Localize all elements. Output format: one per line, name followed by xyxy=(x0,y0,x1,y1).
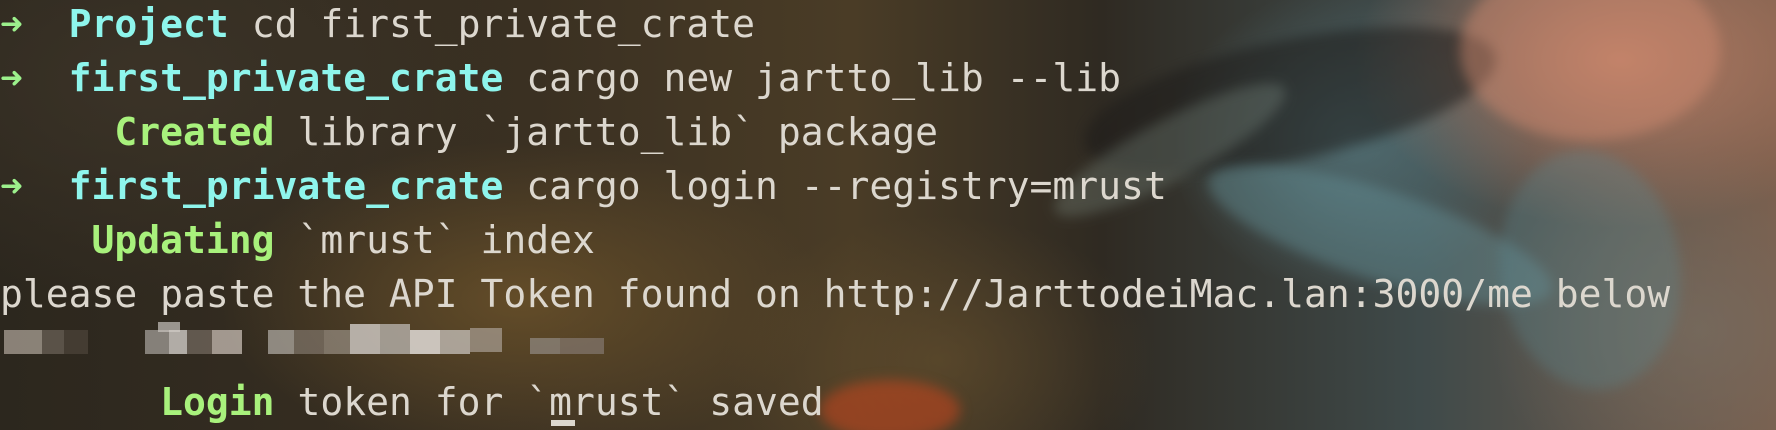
terminal-line-output: please paste the API Token found on http… xyxy=(0,269,1670,319)
output-indent xyxy=(0,218,92,262)
output-text: token for `mrust` saved xyxy=(297,380,824,424)
prompt-command: cargo login --registry=mrust xyxy=(526,164,1167,208)
terminal-cursor xyxy=(551,420,575,426)
terminal-line-prompt: ➜ first_private_crate cargo login --regi… xyxy=(0,161,1167,211)
prompt-command: cargo new jartto_lib --lib xyxy=(526,56,1122,100)
output-text: `mrust` index xyxy=(297,218,595,262)
terminal-line-prompt: ➜ first_private_crate cargo new jartto_l… xyxy=(0,53,1121,103)
prompt-directory: first_private_crate xyxy=(68,56,504,100)
output-text: library `jartto_lib` package xyxy=(297,110,939,154)
prompt-command: cd first_private_crate xyxy=(251,2,756,46)
prompt-arrow-icon: ➜ xyxy=(0,164,23,208)
output-status: Updating xyxy=(91,218,275,262)
terminal-output[interactable]: ➜ Project cd first_private_crate ➜ first… xyxy=(0,0,1776,430)
terminal-line-output: Created library `jartto_lib` package xyxy=(0,107,938,157)
prompt-directory: Project xyxy=(68,2,229,46)
redacted-token xyxy=(0,322,610,360)
output-text: please paste the API Token found on http… xyxy=(0,272,1671,316)
terminal-line-output: Updating `mrust` index xyxy=(0,215,595,265)
terminal-line-output: Login token for `mrust` saved xyxy=(0,377,824,427)
output-status: Created xyxy=(114,110,275,154)
output-status: Login xyxy=(160,380,275,424)
prompt-arrow-icon: ➜ xyxy=(0,56,23,100)
prompt-directory: first_private_crate xyxy=(68,164,504,208)
terminal-line-prompt: ➜ Project cd first_private_crate xyxy=(0,0,755,49)
output-indent xyxy=(0,380,160,424)
output-indent xyxy=(0,110,114,154)
prompt-arrow-icon: ➜ xyxy=(0,2,23,46)
